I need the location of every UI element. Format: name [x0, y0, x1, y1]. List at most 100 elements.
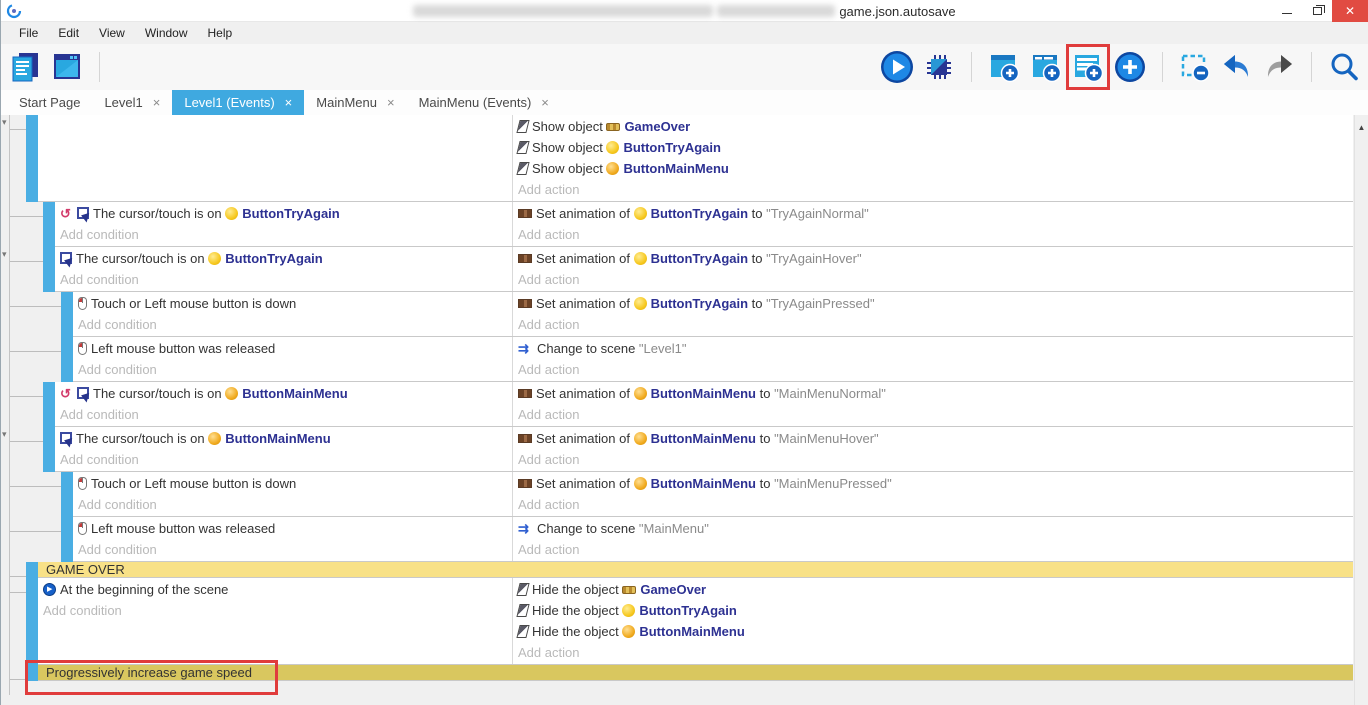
menu-window[interactable]: Window	[135, 23, 198, 43]
delete-event-button[interactable]	[1177, 48, 1213, 86]
action[interactable]: Set animation of ButtonTryAgain to "TryA…	[513, 203, 1353, 224]
condition[interactable]: The cursor/touch is on ButtonTryAgain	[55, 203, 512, 224]
scroll-up-icon[interactable]: ▲	[1358, 123, 1366, 132]
event-handle-bar[interactable]	[26, 665, 38, 681]
add-action-link[interactable]: Add action	[513, 269, 1353, 290]
add-condition-link[interactable]: Add condition	[38, 600, 512, 621]
tab-close-icon[interactable]: ×	[387, 95, 395, 110]
event-handle-bar[interactable]	[61, 337, 73, 382]
comment-text[interactable]: GAME OVER	[38, 562, 1353, 578]
add-subevent-button[interactable]	[1028, 48, 1064, 86]
action[interactable]: Show object ButtonMainMenu	[513, 158, 1353, 179]
event-row[interactable]: Left mouse button was releasedAdd condit…	[1, 337, 1353, 382]
action[interactable]: Change to scene "MainMenu"	[513, 518, 1353, 539]
add-condition-link[interactable]: Add condition	[55, 449, 512, 470]
condition[interactable]: Touch or Left mouse button is down	[73, 293, 512, 314]
add-something-button[interactable]	[1112, 48, 1148, 86]
event-handle-bar[interactable]	[26, 115, 38, 202]
condition[interactable]: Touch or Left mouse button is down	[73, 473, 512, 494]
tab-level1-events-[interactable]: Level1 (Events)×	[172, 90, 304, 115]
action[interactable]: Set animation of ButtonMainMenu to "Main…	[513, 383, 1353, 404]
comment-event-row[interactable]: Progressively increase game speed	[1, 665, 1353, 681]
add-action-link[interactable]: Add action	[513, 642, 1353, 663]
redo-button[interactable]	[1261, 48, 1297, 86]
close-button[interactable]: ✕	[1332, 0, 1368, 22]
event-row[interactable]: Touch or Left mouse button is downAdd co…	[1, 292, 1353, 337]
tab-close-icon[interactable]: ×	[285, 95, 293, 110]
tab-level1[interactable]: Level1×	[92, 90, 172, 115]
event-handle-bar[interactable]	[26, 562, 38, 578]
action[interactable]: Change to scene "Level1"	[513, 338, 1353, 359]
condition[interactable]: The cursor/touch is on ButtonMainMenu	[55, 383, 512, 404]
add-action-link[interactable]: Add action	[513, 359, 1353, 380]
tab-close-icon[interactable]: ×	[541, 95, 549, 110]
event-handle-bar[interactable]	[61, 517, 73, 562]
add-comment-button[interactable]	[1070, 48, 1106, 86]
condition[interactable]: Left mouse button was released	[73, 518, 512, 539]
condition[interactable]: The cursor/touch is on ButtonMainMenu	[55, 428, 512, 449]
add-action-link[interactable]: Add action	[513, 224, 1353, 245]
action[interactable]: Show object ButtonTryAgain	[513, 137, 1353, 158]
add-condition-link[interactable]: Add condition	[73, 494, 512, 515]
event-handle-bar[interactable]	[61, 292, 73, 337]
event-handle-bar[interactable]	[26, 578, 38, 665]
menu-help[interactable]: Help	[198, 23, 243, 43]
menu-edit[interactable]: Edit	[48, 23, 89, 43]
add-action-link[interactable]: Add action	[513, 539, 1353, 560]
event-row[interactable]: Touch or Left mouse button is downAdd co…	[1, 472, 1353, 517]
search-button[interactable]	[1326, 48, 1362, 86]
event-handle-bar[interactable]	[43, 202, 55, 247]
add-action-link[interactable]: Add action	[513, 404, 1353, 425]
scene-editor-button[interactable]	[49, 48, 85, 86]
add-condition-link[interactable]: Add condition	[55, 224, 512, 245]
add-action-link[interactable]: Add action	[513, 314, 1353, 335]
add-event-button[interactable]	[986, 48, 1022, 86]
comment-text[interactable]: Progressively increase game speed	[38, 665, 1353, 681]
action[interactable]: Hide the object ButtonTryAgain	[513, 600, 1353, 621]
collapse-arrow-icon[interactable]: ▾	[2, 118, 7, 127]
add-condition-link[interactable]: Add condition	[73, 539, 512, 560]
condition[interactable]: The cursor/touch is on ButtonTryAgain	[55, 248, 512, 269]
event-row[interactable]: ▾ The cursor/touch is on ButtonTryAgainAd…	[1, 247, 1353, 292]
event-handle-bar[interactable]	[61, 472, 73, 517]
event-row[interactable]: At the beginning of the sceneAdd conditi…	[1, 578, 1353, 665]
action[interactable]: Show object GameOver	[513, 116, 1353, 137]
add-condition-link[interactable]: Add condition	[73, 359, 512, 380]
preview-play-button[interactable]	[879, 48, 915, 86]
action[interactable]: Set animation of ButtonMainMenu to "Main…	[513, 473, 1353, 494]
action[interactable]: Set animation of ButtonTryAgain to "TryA…	[513, 293, 1353, 314]
undo-button[interactable]	[1219, 48, 1255, 86]
tab-mainmenu-events-[interactable]: MainMenu (Events)×	[407, 90, 561, 115]
event-handle-bar[interactable]	[43, 427, 55, 472]
action[interactable]: Hide the object ButtonMainMenu	[513, 621, 1353, 642]
add-condition-link[interactable]: Add condition	[55, 269, 512, 290]
menu-view[interactable]: View	[89, 23, 135, 43]
tab-close-icon[interactable]: ×	[153, 95, 161, 110]
collapse-arrow-icon[interactable]: ▾	[2, 250, 7, 259]
tab-mainmenu[interactable]: MainMenu×	[304, 90, 406, 115]
add-action-link[interactable]: Add action	[513, 449, 1353, 470]
event-row[interactable]: ▾ The cursor/touch is on ButtonMainMenuAd…	[1, 427, 1353, 472]
event-row[interactable]: ▾ Show object GameOverShow object ButtonT…	[1, 115, 1353, 202]
vertical-scrollbar[interactable]: ▲	[1354, 115, 1368, 705]
debugger-button[interactable]	[921, 48, 957, 86]
minimize-button[interactable]	[1272, 0, 1302, 22]
event-row[interactable]: Left mouse button was releasedAdd condit…	[1, 517, 1353, 562]
add-action-link[interactable]: Add action	[513, 494, 1353, 515]
event-row[interactable]: The cursor/touch is on ButtonTryAgainAdd…	[1, 202, 1353, 247]
event-handle-bar[interactable]	[43, 247, 55, 292]
condition[interactable]: At the beginning of the scene	[38, 579, 512, 600]
action[interactable]: Hide the object GameOver	[513, 579, 1353, 600]
restore-button[interactable]	[1302, 0, 1332, 22]
tab-start-page[interactable]: Start Page	[7, 90, 92, 115]
menu-file[interactable]: File	[9, 23, 48, 43]
action[interactable]: Set animation of ButtonMainMenu to "Main…	[513, 428, 1353, 449]
add-action-link[interactable]: Add action	[513, 179, 1353, 200]
action[interactable]: Set animation of ButtonTryAgain to "TryA…	[513, 248, 1353, 269]
collapse-arrow-icon[interactable]: ▾	[2, 430, 7, 439]
project-manager-button[interactable]	[7, 48, 43, 86]
event-handle-bar[interactable]	[43, 382, 55, 427]
event-row[interactable]: The cursor/touch is on ButtonMainMenuAdd…	[1, 382, 1353, 427]
comment-event-row[interactable]: GAME OVER	[1, 562, 1353, 578]
add-condition-link[interactable]: Add condition	[55, 404, 512, 425]
